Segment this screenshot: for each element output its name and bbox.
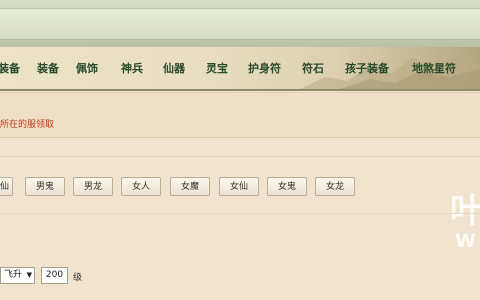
- nav-item-accessory[interactable]: 佩饰: [76, 60, 98, 76]
- nav-item-spirit[interactable]: 灵宝: [206, 60, 228, 76]
- watermark-letter: W: [455, 230, 476, 252]
- top-banner: [0, 0, 480, 47]
- nav-item-equip-2[interactable]: 装备: [37, 60, 59, 76]
- divider: [0, 213, 480, 214]
- level-type-value: 飞升: [4, 270, 23, 280]
- class-button-female-dragon[interactable]: 女龙: [315, 177, 355, 196]
- nav-item-rune[interactable]: 符石: [302, 60, 324, 76]
- chevron-down-icon: ▼: [26, 271, 32, 279]
- nav-item-artifact[interactable]: 仙器: [163, 60, 185, 76]
- class-button-female-demon[interactable]: 女魔: [170, 177, 210, 196]
- watermark-logo: 叶: [450, 191, 480, 231]
- nav-item-amulet[interactable]: 护身符: [248, 60, 281, 76]
- class-button-male-dragon[interactable]: 男龙: [73, 177, 113, 196]
- class-button-female-human[interactable]: 女人: [121, 177, 161, 196]
- divider: [0, 156, 480, 157]
- level-input[interactable]: 200: [41, 267, 68, 284]
- class-button-female-immortal[interactable]: 女仙: [219, 177, 259, 196]
- level-unit-label: 级: [73, 273, 83, 283]
- nav-item-star-rune[interactable]: 地煞星符: [412, 60, 456, 76]
- category-nav: 装备 装备 佩饰 神兵 仙器 灵宝 护身符 符石 孩子装备 地煞星符: [0, 47, 480, 91]
- info-band: [0, 92, 480, 138]
- nav-item-equip-1[interactable]: 装备: [0, 60, 20, 76]
- nav-item-child[interactable]: 孩子装备: [345, 60, 389, 76]
- class-button-male-ghost[interactable]: 男鬼: [25, 177, 65, 196]
- class-button-female-ghost[interactable]: 女鬼: [267, 177, 307, 196]
- top-banner-inner: [0, 8, 480, 40]
- level-type-select[interactable]: 飞升 ▼: [0, 267, 35, 284]
- class-button-xian[interactable]: 仙: [0, 177, 13, 196]
- nav-item-weapon[interactable]: 神兵: [121, 60, 143, 76]
- notice-text: 所在的服领取: [0, 120, 55, 130]
